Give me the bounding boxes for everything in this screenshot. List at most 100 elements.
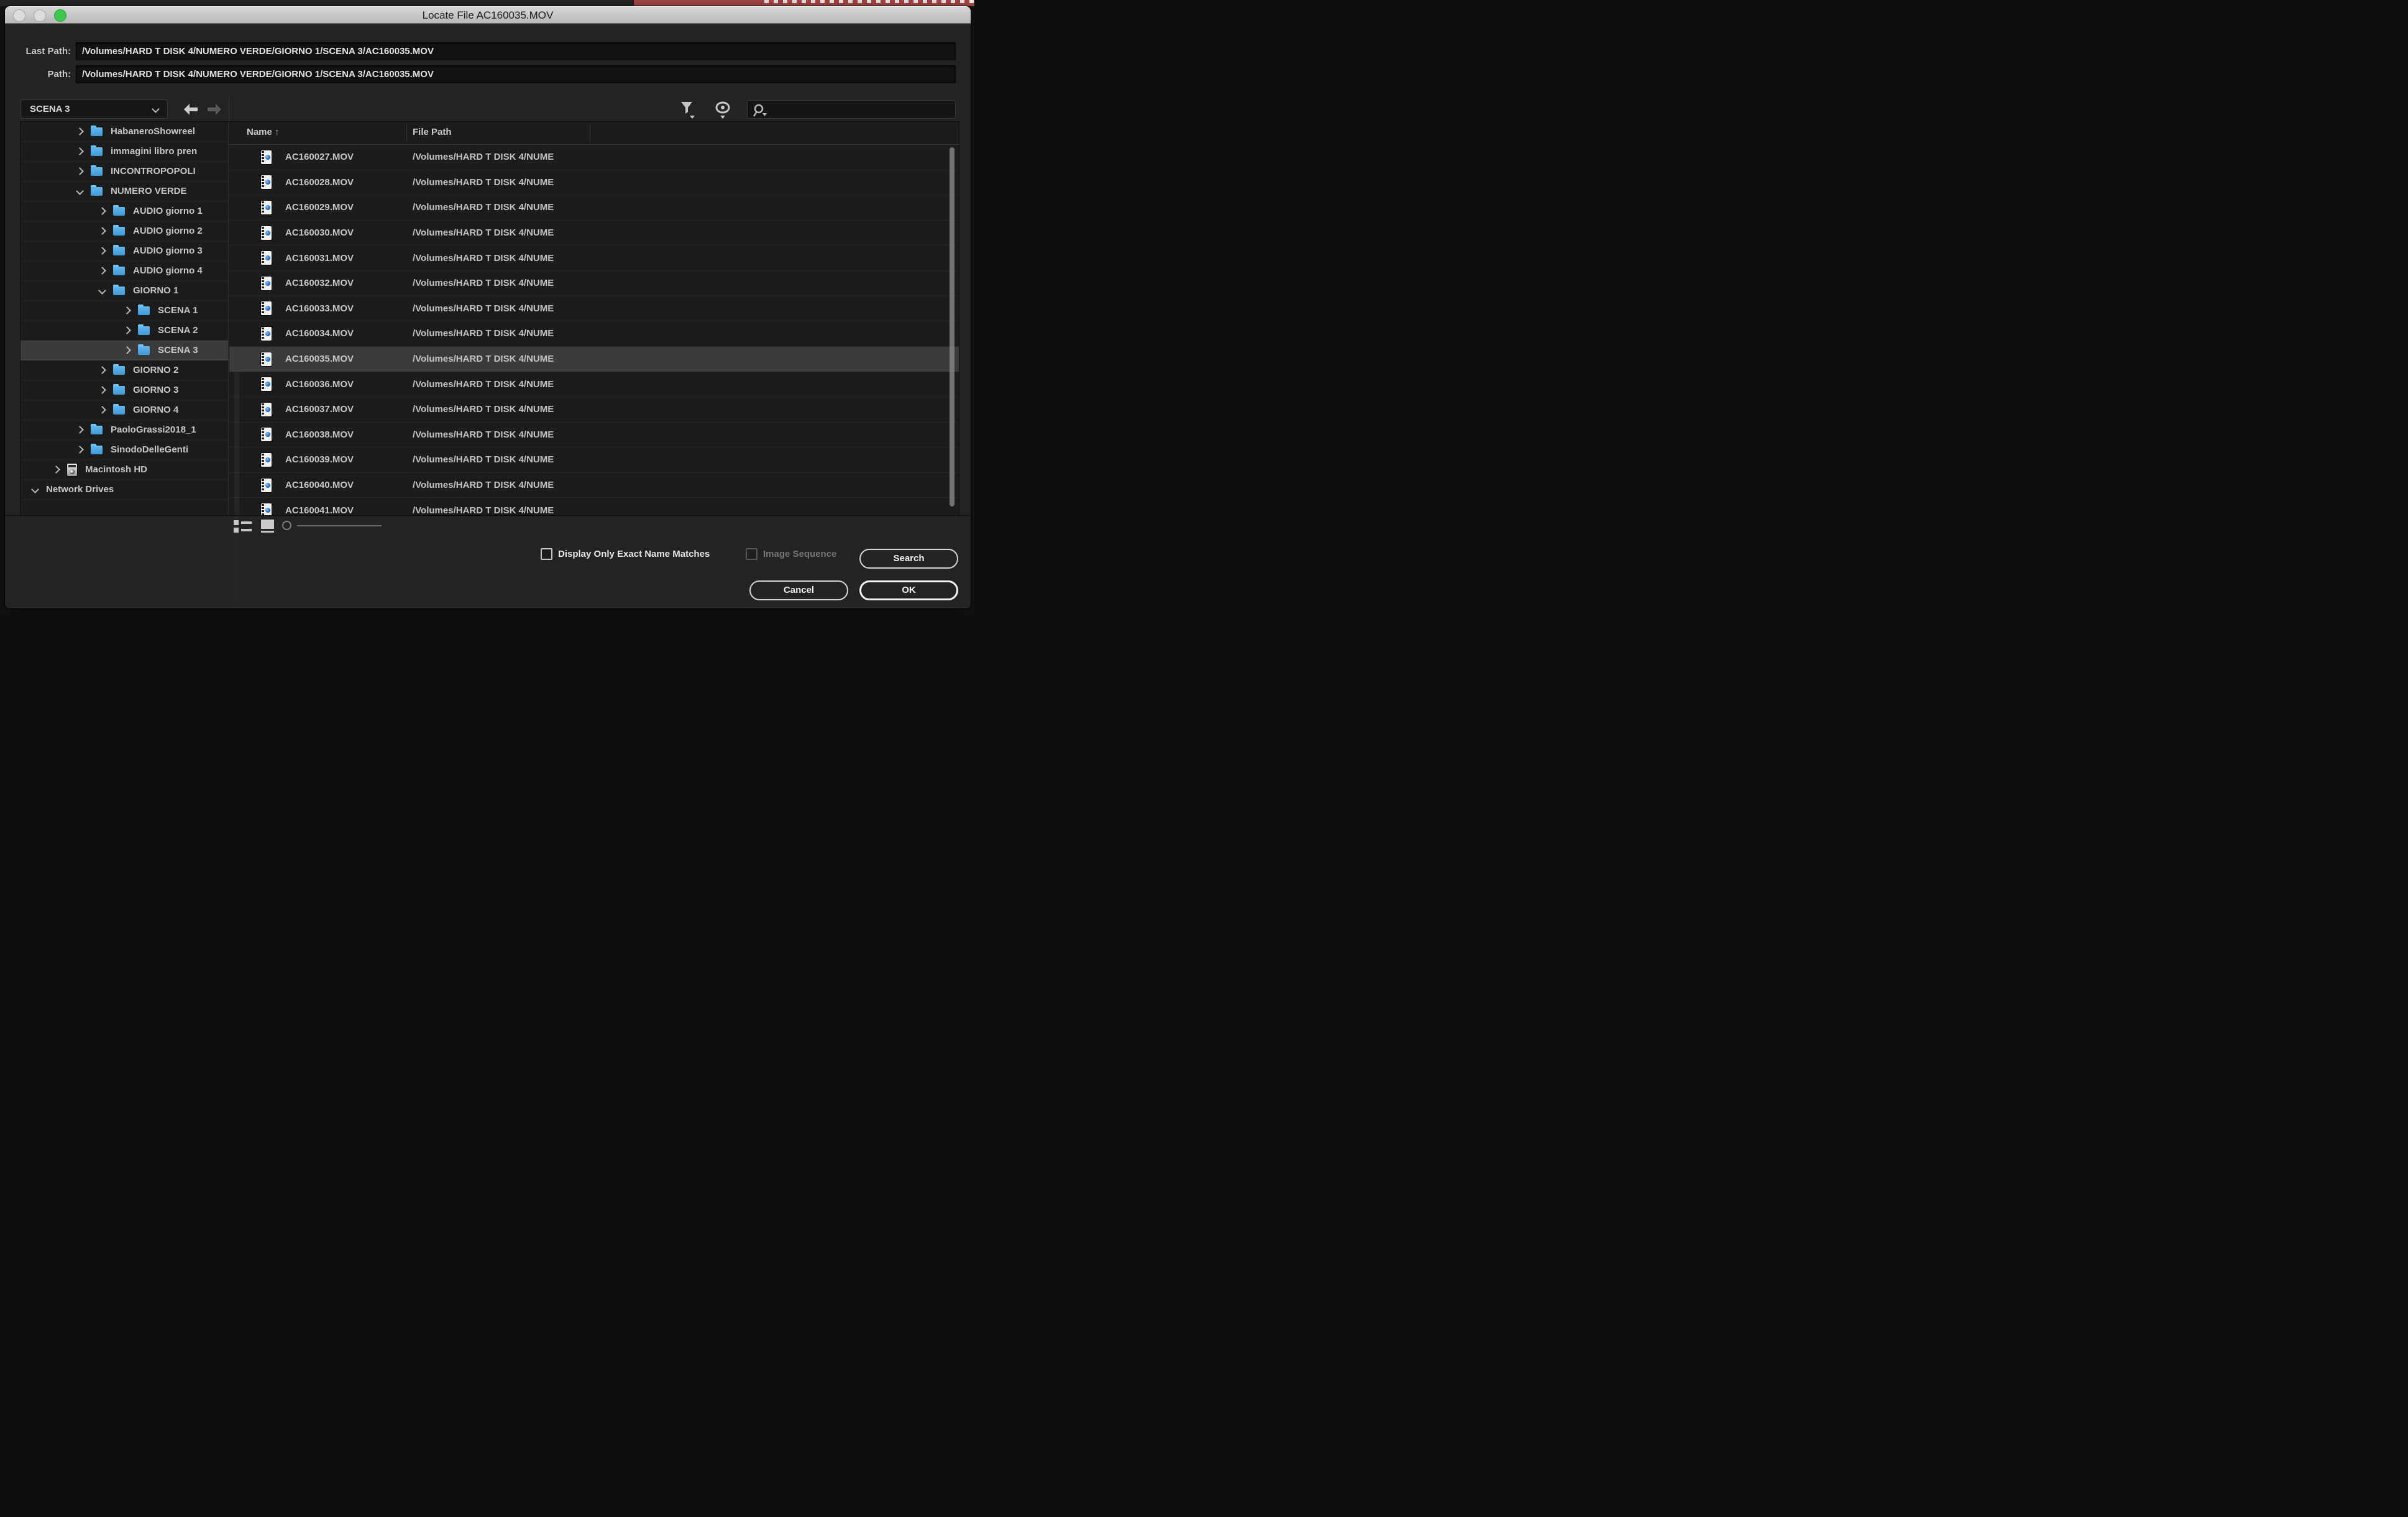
- chevron-right-icon[interactable]: [123, 306, 131, 314]
- chevron-right-icon[interactable]: [98, 386, 106, 394]
- thumbnail-size-slider-knob[interactable]: [282, 521, 291, 530]
- tree-item[interactable]: AUDIO giorno 1: [21, 201, 228, 221]
- cancel-button[interactable]: Cancel: [749, 580, 848, 600]
- tree-item-label: SinodoDelleGenti: [111, 444, 188, 455]
- chevron-right-icon[interactable]: [98, 267, 106, 275]
- file-row[interactable]: AC160033.MOV/Volumes/HARD T DISK 4/NUME: [229, 296, 959, 322]
- file-path: /Volumes/HARD T DISK 4/NUME: [413, 354, 554, 364]
- tree-item[interactable]: GIORNO 3: [21, 380, 228, 400]
- file-name: AC160037.MOV: [285, 404, 354, 415]
- titlebar[interactable]: Locate File AC160035.MOV: [5, 6, 971, 24]
- tree-item[interactable]: PaoloGrassi2018_1: [21, 420, 228, 440]
- thumbnail-size-slider-track[interactable]: [297, 525, 382, 526]
- file-row[interactable]: AC160036.MOV/Volumes/HARD T DISK 4/NUME: [229, 372, 959, 397]
- ok-button[interactable]: OK: [859, 580, 958, 600]
- file-row[interactable]: AC160031.MOV/Volumes/HARD T DISK 4/NUME: [229, 245, 959, 271]
- search-button[interactable]: Search: [859, 549, 958, 569]
- footer-divider: [5, 515, 971, 516]
- chevron-right-icon[interactable]: [76, 127, 84, 135]
- file-path: /Volumes/HARD T DISK 4/NUME: [413, 177, 554, 188]
- tree-item-label: GIORNO 3: [133, 385, 178, 395]
- sort-ascending-icon: ↑: [275, 127, 280, 137]
- back-arrow-button[interactable]: [183, 103, 199, 116]
- location-dropdown-value: SCENA 3: [30, 104, 70, 114]
- tree-item[interactable]: AUDIO giorno 4: [21, 261, 228, 281]
- column-divider[interactable]: [406, 124, 407, 142]
- chevron-right-icon[interactable]: [76, 446, 84, 454]
- tree-item-selected[interactable]: SCENA 3: [21, 341, 228, 360]
- movie-file-icon: [261, 377, 272, 391]
- chevron-right-icon[interactable]: [98, 406, 106, 414]
- folder-icon: [91, 426, 103, 434]
- folder-icon: [91, 167, 103, 176]
- chevron-down-icon[interactable]: [98, 286, 106, 295]
- chevron-down-icon: [152, 105, 160, 113]
- forward-arrow-button[interactable]: [206, 103, 222, 116]
- folder-tree: HabaneroShowreel immagini libro pren INC…: [21, 122, 229, 515]
- file-path: /Volumes/HARD T DISK 4/NUME: [413, 227, 554, 238]
- file-row[interactable]: AC160041.MOV/Volumes/HARD T DISK 4/NUME: [229, 498, 959, 515]
- column-header-name[interactable]: Name ↑: [247, 127, 280, 137]
- tree-item[interactable]: SCENA 1: [21, 301, 228, 321]
- search-input[interactable]: [770, 102, 950, 117]
- tree-item[interactable]: AUDIO giorno 2: [21, 221, 228, 241]
- chevron-right-icon[interactable]: [76, 426, 84, 434]
- location-dropdown[interactable]: SCENA 3: [21, 99, 168, 119]
- tree-item[interactable]: SinodoDelleGenti: [21, 440, 228, 460]
- movie-file-icon: [261, 277, 272, 290]
- tree-item[interactable]: AUDIO giorno 3: [21, 241, 228, 261]
- tree-item[interactable]: immagini libro pren: [21, 142, 228, 162]
- file-row[interactable]: AC160032.MOV/Volumes/HARD T DISK 4/NUME: [229, 271, 959, 296]
- tree-item[interactable]: HabaneroShowreel: [21, 122, 228, 142]
- chevron-right-icon[interactable]: [52, 465, 60, 474]
- chevron-right-icon[interactable]: [76, 167, 84, 175]
- movie-file-icon: [261, 352, 272, 366]
- chevron-right-icon[interactable]: [123, 346, 131, 354]
- thumbnail-view-button[interactable]: [261, 520, 274, 533]
- column-header-file-path[interactable]: File Path: [413, 127, 452, 137]
- movie-file-icon: [261, 453, 272, 467]
- tree-item[interactable]: Network Drives: [21, 480, 228, 500]
- background-red-bar: [634, 0, 974, 6]
- file-row[interactable]: AC160029.MOV/Volumes/HARD T DISK 4/NUME: [229, 195, 959, 221]
- list-view-button[interactable]: [234, 520, 252, 533]
- file-row[interactable]: AC160039.MOV/Volumes/HARD T DISK 4/NUME: [229, 447, 959, 473]
- tree-item[interactable]: Macintosh HD: [21, 460, 228, 480]
- chevron-right-icon[interactable]: [98, 227, 106, 235]
- preview-eye-icon[interactable]: [715, 101, 732, 119]
- chevron-right-icon[interactable]: [98, 366, 106, 374]
- tree-item[interactable]: NUMERO VERDE: [21, 181, 228, 201]
- file-row[interactable]: AC160034.MOV/Volumes/HARD T DISK 4/NUME: [229, 321, 959, 347]
- file-row[interactable]: AC160028.MOV/Volumes/HARD T DISK 4/NUME: [229, 170, 959, 196]
- exact-name-matches-checkbox[interactable]: [541, 548, 552, 560]
- tree-item-label: SCENA 3: [158, 345, 198, 355]
- file-row[interactable]: AC160038.MOV/Volumes/HARD T DISK 4/NUME: [229, 423, 959, 448]
- chevron-down-icon[interactable]: [31, 485, 39, 493]
- folder-icon: [138, 326, 150, 335]
- file-row[interactable]: AC160037.MOV/Volumes/HARD T DISK 4/NUME: [229, 397, 959, 423]
- file-name: AC160035.MOV: [285, 354, 354, 364]
- file-row[interactable]: AC160040.MOV/Volumes/HARD T DISK 4/NUME: [229, 473, 959, 498]
- chevron-right-icon[interactable]: [76, 147, 84, 155]
- tree-item[interactable]: GIORNO 2: [21, 360, 228, 380]
- file-row[interactable]: AC160030.MOV/Volumes/HARD T DISK 4/NUME: [229, 221, 959, 246]
- path-field[interactable]: /Volumes/HARD T DISK 4/NUMERO VERDE/GIOR…: [76, 65, 956, 83]
- chevron-right-icon[interactable]: [123, 326, 131, 334]
- filter-icon[interactable]: [680, 101, 696, 119]
- file-name: AC160038.MOV: [285, 429, 354, 440]
- tree-item-label: Network Drives: [46, 484, 114, 495]
- tree-item[interactable]: INCONTROPOPOLI: [21, 162, 228, 181]
- movie-file-icon: [261, 428, 272, 441]
- file-row[interactable]: AC160027.MOV/Volumes/HARD T DISK 4/NUME: [229, 145, 959, 170]
- tree-item[interactable]: GIORNO 4: [21, 400, 228, 420]
- tree-item[interactable]: SCENA 2: [21, 321, 228, 341]
- last-path-field: /Volumes/HARD T DISK 4/NUMERO VERDE/GIOR…: [76, 42, 956, 60]
- file-list-vertical-scrollbar[interactable]: [950, 147, 955, 506]
- chevron-right-icon[interactable]: [98, 247, 106, 255]
- file-row-selected[interactable]: AC160035.MOV/Volumes/HARD T DISK 4/NUME: [229, 347, 959, 372]
- file-path: /Volumes/HARD T DISK 4/NUME: [413, 454, 554, 465]
- tree-item[interactable]: GIORNO 1: [21, 281, 228, 301]
- chevron-down-icon[interactable]: [76, 187, 84, 195]
- chevron-right-icon[interactable]: [98, 207, 106, 215]
- search-box[interactable]: [747, 100, 956, 119]
